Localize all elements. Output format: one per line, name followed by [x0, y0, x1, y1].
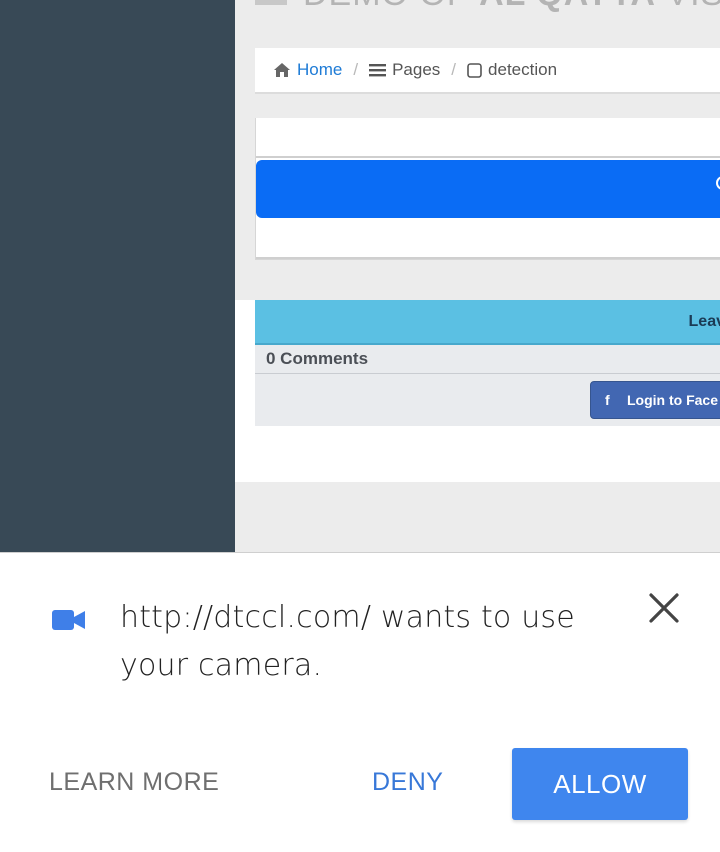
- page-heading: DEMO OF AL QAYYA VISION: [255, 0, 720, 13]
- title-suffix: VISION: [666, 0, 720, 13]
- breadcrumb-current: detection: [467, 60, 557, 80]
- allow-button[interactable]: ALLOW: [512, 748, 688, 820]
- comments-plugin: 0 Comments f Login to Face: [255, 345, 720, 426]
- breadcrumb-pages-label: Pages: [392, 60, 441, 79]
- detection-card: [255, 118, 720, 260]
- breadcrumb-home[interactable]: Home: [273, 60, 342, 80]
- breadcrumb-pages[interactable]: Pages: [369, 60, 440, 80]
- breadcrumb-separator: /: [451, 60, 457, 79]
- breadcrumb-separator: /: [353, 60, 359, 79]
- leave-comment-bar[interactable]: Leav: [255, 300, 720, 345]
- permission-message: http://dtccl.com/ wants to use your came…: [120, 600, 575, 683]
- main-content: DEMO OF AL QAYYA VISION Home / Pages /: [235, 0, 720, 552]
- camera-icon: [52, 610, 85, 630]
- card-divider: [256, 257, 720, 259]
- list-icon: [369, 63, 387, 77]
- comments-divider: [255, 373, 720, 374]
- breadcrumb-home-label: Home: [297, 60, 343, 79]
- comments-section: Leav 0 Comments f Login to Face: [235, 300, 720, 482]
- leave-comment-label: Leav: [688, 313, 720, 330]
- title-prefix: DEMO OF: [303, 0, 469, 13]
- facebook-login-button[interactable]: f Login to Face: [590, 381, 720, 419]
- screen: DEMO OF AL QAYYA VISION Home / Pages /: [0, 0, 720, 852]
- lightbulb-icon: [716, 176, 720, 190]
- page-title: DEMO OF AL QAYYA VISION: [303, 0, 720, 14]
- comments-count: 0 Comments: [266, 349, 369, 368]
- deny-button[interactable]: DENY: [372, 768, 443, 797]
- card-divider: [256, 156, 720, 158]
- breadcrumb: Home / Pages / detection: [255, 48, 720, 94]
- primary-action-bar[interactable]: [256, 160, 720, 218]
- breadcrumb-current-label: detection: [488, 60, 558, 79]
- home-icon: [273, 62, 291, 78]
- left-sidebar: [0, 0, 235, 552]
- facebook-icon: f: [605, 392, 610, 408]
- menu-icon[interactable]: [255, 0, 287, 5]
- checkbox-icon: [467, 62, 482, 78]
- facebook-login-label: Login to Face: [627, 392, 718, 408]
- learn-more-button[interactable]: LEARN MORE: [49, 768, 219, 797]
- title-bold: AL QAYYA: [479, 0, 656, 13]
- close-icon[interactable]: [648, 592, 680, 624]
